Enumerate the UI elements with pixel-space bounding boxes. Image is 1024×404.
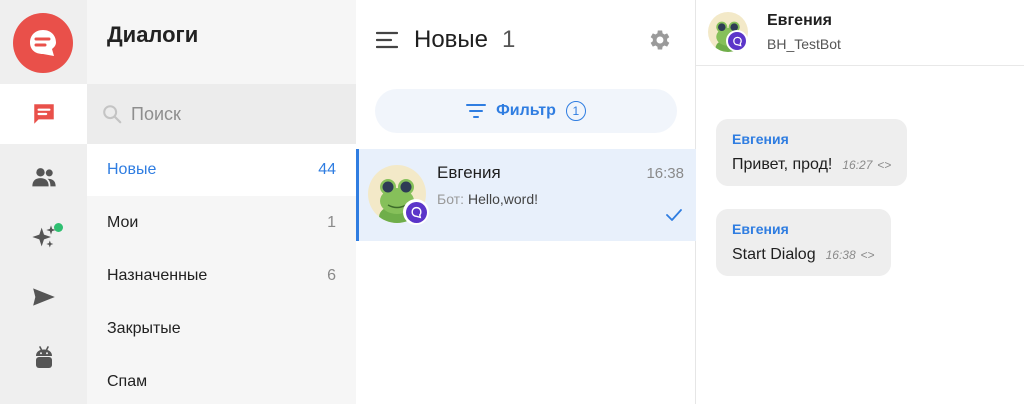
message-time: 16:27 xyxy=(842,158,873,172)
dialog-preview: Бот: Hello,word! xyxy=(437,191,538,207)
folder-label: Спам xyxy=(107,373,148,390)
preview-prefix: Бот: xyxy=(437,191,464,207)
bot-badge xyxy=(726,30,748,52)
bot-chat-icon xyxy=(410,206,422,218)
bot-badge-inner xyxy=(405,201,427,223)
rail-item-bots[interactable] xyxy=(0,328,87,388)
folder-new[interactable]: Новые 44 xyxy=(87,144,356,196)
code-icon[interactable]: <> xyxy=(877,158,891,172)
android-icon xyxy=(35,346,52,368)
folder-count: 6 xyxy=(327,267,336,284)
rail-item-contacts[interactable] xyxy=(0,147,87,207)
message-body: Привет, прод! 16:27 <> xyxy=(732,156,891,174)
nav-rail xyxy=(0,0,87,404)
logo-icon xyxy=(30,30,56,56)
bot-chat-icon xyxy=(732,36,742,47)
menu-icon[interactable] xyxy=(376,31,398,49)
folder-count: 1 xyxy=(327,214,336,231)
message-author: Евгения xyxy=(732,131,789,147)
gear-icon xyxy=(650,30,670,50)
message-text: Start Dialog xyxy=(732,246,816,263)
message-body: Start Dialog 16:38 <> xyxy=(732,246,875,264)
rail-item-dialogs[interactable] xyxy=(0,84,87,144)
contacts-icon xyxy=(31,168,56,187)
preview-text: Hello,word! xyxy=(467,191,538,207)
filter-label: Фильтр xyxy=(496,102,556,119)
folder-mine[interactable]: Мои 1 xyxy=(87,197,356,249)
list-header: Новые 1 xyxy=(376,26,515,54)
folder-assigned[interactable]: Назначенные 6 xyxy=(87,250,356,302)
message-bubble: Евгения Привет, прод! 16:27 <> xyxy=(716,119,908,186)
folder-closed[interactable]: Закрытые xyxy=(87,303,356,355)
check-icon xyxy=(666,209,682,221)
message-text: Привет, прод! xyxy=(732,156,833,173)
folders-sidebar: Диалоги Поиск Новые 44 Мои 1 Назначенные… xyxy=(87,0,356,404)
online-indicator xyxy=(54,223,63,232)
search-input[interactable]: Поиск xyxy=(87,84,356,144)
folder-label: Мои xyxy=(107,214,139,231)
dialog-item[interactable]: Евгения 16:38 Бот: Hello,word! xyxy=(356,149,696,241)
chat-panel: Евгения BH_TestBot Евгения Привет, прод!… xyxy=(696,0,1024,404)
folder-label: Назначенные xyxy=(107,267,208,284)
app-logo[interactable] xyxy=(13,13,73,73)
rail-item-mailings[interactable] xyxy=(0,267,87,327)
filter-count-badge: 1 xyxy=(565,101,586,121)
message-bubble: Евгения Start Dialog 16:38 <> xyxy=(716,209,891,276)
dialog-list-panel: Новые 1 Фильтр 1 Евгения 16:38 Бот: Hell… xyxy=(356,0,696,404)
folder-label: Новые xyxy=(107,161,157,178)
folder-count: 44 xyxy=(318,161,336,178)
sidebar-title: Диалоги xyxy=(107,22,199,47)
list-count: 1 xyxy=(502,26,516,53)
message-time: 16:38 xyxy=(825,248,856,262)
dialog-time: 16:38 xyxy=(646,165,684,182)
bot-badge-inner xyxy=(728,32,746,50)
settings-button[interactable] xyxy=(646,27,672,58)
chat-icon xyxy=(33,104,54,124)
filter-icon xyxy=(466,104,487,118)
app: Диалоги Поиск Новые 44 Мои 1 Назначенные… xyxy=(0,0,1024,404)
contact-name: Евгения xyxy=(767,12,832,29)
search-icon xyxy=(103,105,122,124)
bot-badge xyxy=(403,199,429,225)
dialog-name: Евгения xyxy=(437,163,501,182)
bot-name: BH_TestBot xyxy=(767,36,841,52)
rail-item-ai[interactable] xyxy=(0,207,87,267)
chat-header: Евгения BH_TestBot xyxy=(696,0,1024,66)
folder-label: Закрытые xyxy=(107,320,181,337)
folder-spam[interactable]: Спам xyxy=(87,356,356,404)
search-placeholder: Поиск xyxy=(131,103,181,124)
code-icon[interactable]: <> xyxy=(861,248,875,262)
filter-button[interactable]: Фильтр 1 xyxy=(375,89,677,133)
list-title: Новые xyxy=(414,26,489,53)
send-icon xyxy=(32,288,55,306)
message-author: Евгения xyxy=(732,221,789,237)
